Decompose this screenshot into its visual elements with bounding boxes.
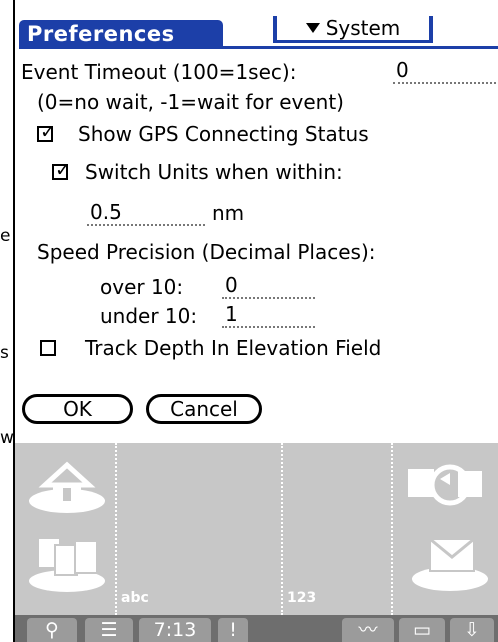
- switch-units-unit: nm: [212, 201, 245, 225]
- mail-icon[interactable]: [400, 525, 490, 595]
- form-title: Preferences: [19, 20, 223, 48]
- graffiti-divider: [281, 443, 283, 615]
- track-depth-label: Track Depth In Elevation Field: [85, 336, 382, 360]
- switch-units-field[interactable]: 0.5: [87, 200, 205, 226]
- track-depth-checkbox[interactable]: [40, 340, 56, 356]
- alert-icon[interactable]: !: [218, 618, 248, 642]
- show-gps-label: Show GPS Connecting Status: [78, 122, 369, 146]
- under10-field[interactable]: 1: [222, 302, 315, 328]
- category-label: System: [325, 16, 401, 40]
- status-bar: ⚲ ☰ 7:13 ! 〰 ▭ ⇩: [15, 615, 498, 642]
- over10-label: over 10:: [100, 275, 184, 299]
- num-label: 123: [287, 590, 317, 606]
- home-icon[interactable]: [25, 455, 110, 515]
- applications-icon[interactable]: [25, 529, 110, 594]
- title-underline: [19, 46, 498, 49]
- ok-button[interactable]: OK: [22, 394, 133, 424]
- event-timeout-label: Event Timeout (100=1sec):: [21, 60, 297, 84]
- cancel-button[interactable]: Cancel: [146, 394, 262, 424]
- keyboard-icon[interactable]: ▭: [399, 618, 445, 642]
- switch-units-checkbox[interactable]: ✓: [52, 160, 71, 180]
- clipped-text: s: [0, 343, 9, 363]
- event-timeout-field[interactable]: 0: [393, 58, 496, 84]
- graffiti-area[interactable]: abc 123: [15, 443, 498, 615]
- over10-field[interactable]: 0: [222, 273, 315, 299]
- checkmark-icon: ✓: [55, 159, 71, 181]
- graffiti-divider: [391, 443, 393, 615]
- abc-label: abc: [121, 590, 149, 606]
- graffiti-divider: [115, 443, 117, 615]
- triangle-down-icon: [305, 22, 320, 33]
- search-icon[interactable]: ⚲: [27, 618, 77, 642]
- menu-icon[interactable]: ☰: [85, 618, 133, 642]
- event-timeout-hint: (0=no wait, -1=wait for event): [37, 90, 344, 114]
- under10-label: under 10:: [100, 304, 198, 328]
- checkmark-icon: ✓: [40, 121, 56, 143]
- palm-device-screen: Preferences System Event Timeout (100=1s…: [15, 0, 498, 642]
- find-sync-icon[interactable]: [400, 455, 490, 515]
- switch-units-label: Switch Units when within:: [85, 160, 343, 184]
- input-tray-icon[interactable]: ⇩: [450, 618, 494, 642]
- clock-display[interactable]: 7:13: [139, 618, 211, 642]
- clipped-text: w: [0, 428, 14, 448]
- category-popup-trigger[interactable]: System: [273, 16, 433, 43]
- graffiti-icon[interactable]: 〰: [342, 618, 394, 642]
- clipped-text: e: [0, 226, 11, 246]
- show-gps-checkbox[interactable]: ✓: [37, 122, 56, 142]
- speed-precision-label: Speed Precision (Decimal Places):: [37, 240, 376, 264]
